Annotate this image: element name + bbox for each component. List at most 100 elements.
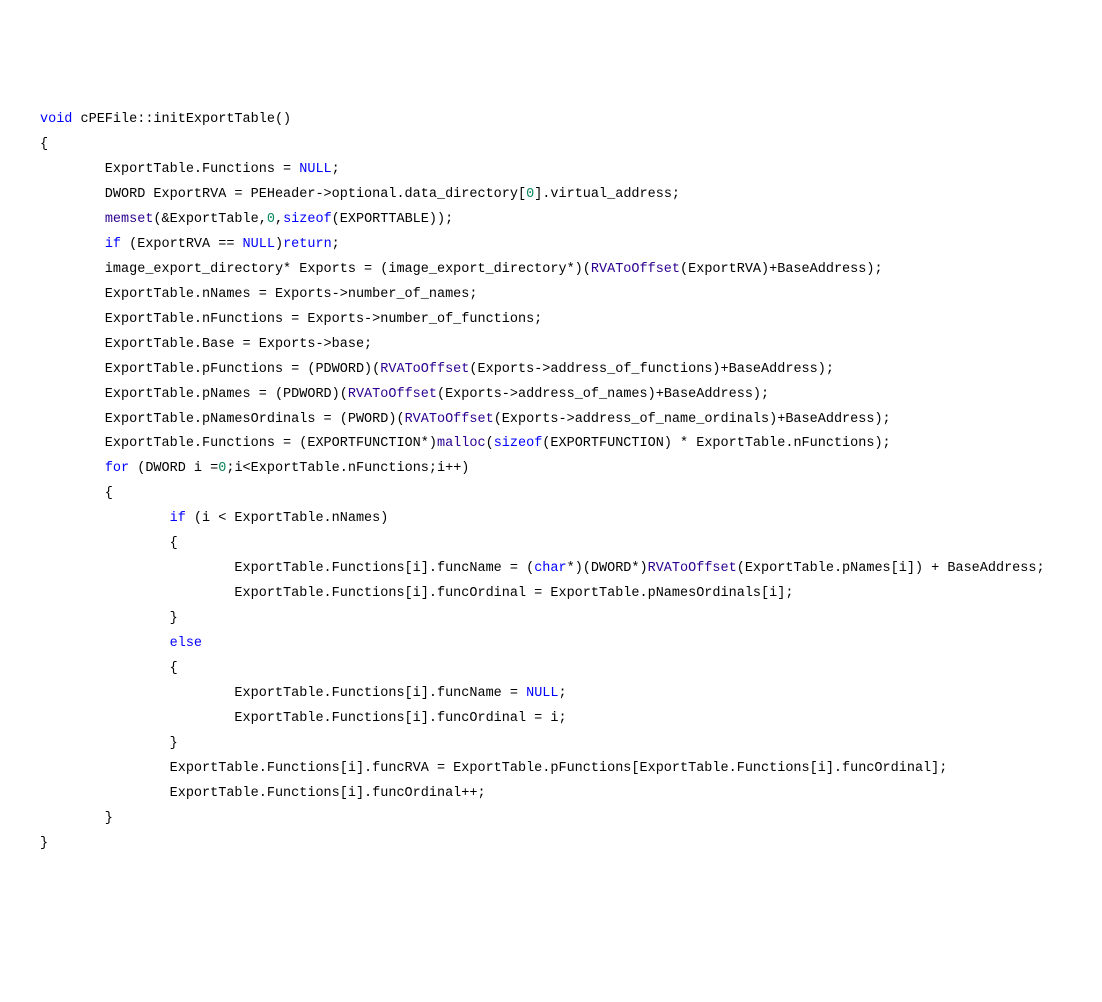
code-token: if [170,511,186,526]
code-token: ExportTable.nFunctions = Exports->number… [40,312,542,327]
code-token: (ExportRVA)+BaseAddress); [680,262,883,277]
code-line: ExportTable.Functions[i].funcRVA = Expor… [40,757,1102,782]
code-line: ExportTable.nFunctions = Exports->number… [40,308,1102,333]
code-token [40,636,170,651]
code-line: ExportTable.pNamesOrdinals = (PWORD)(RVA… [40,408,1102,433]
code-line: void cPEFile::initExportTable() [40,108,1102,133]
code-token: ( [486,436,494,451]
code-token: cPEFile::initExportTable() [72,112,291,127]
code-token: else [170,636,202,651]
code-token: memset [105,212,154,227]
code-token: sizeof [494,436,543,451]
code-token: ;i<ExportTable.nFunctions;i++) [226,461,469,476]
code-line: DWORD ExportRVA = PEHeader->optional.dat… [40,183,1102,208]
code-token: return [283,237,332,252]
code-token: ExportTable.Functions[i].funcName = ( [40,561,534,576]
code-token: ExportTable.Functions[i].funcRVA = Expor… [40,761,947,776]
code-token: ExportTable.Functions = (EXPORTFUNCTION*… [40,436,437,451]
code-line: { [40,133,1102,158]
code-token: image_export_directory* Exports = (image… [40,262,591,277]
code-token [40,212,105,227]
code-token: (ExportTable.pNames[i]) + BaseAddress; [737,561,1045,576]
code-token: { [40,536,178,551]
code-line: ExportTable.pFunctions = (PDWORD)(RVAToO… [40,358,1102,383]
code-block: void cPEFile::initExportTable(){ ExportT… [40,108,1102,857]
code-line: { [40,482,1102,507]
code-token: ExportTable.Functions[i].funcOrdinal++; [40,786,486,801]
code-token: (&ExportTable, [153,212,266,227]
code-token: } [40,811,113,826]
code-token: if [105,237,121,252]
code-token: RVAToOffset [348,387,437,402]
code-line: image_export_directory* Exports = (image… [40,258,1102,283]
code-line: for (DWORD i =0;i<ExportTable.nFunctions… [40,457,1102,482]
code-token: ; [559,686,567,701]
code-token: (EXPORTTABLE)); [332,212,454,227]
code-line: } [40,807,1102,832]
code-token: } [40,736,178,751]
code-token: (Exports->address_of_names)+BaseAddress)… [437,387,769,402]
code-line: } [40,607,1102,632]
code-token: ExportTable.Functions[i].funcOrdinal = i… [40,711,567,726]
code-line: ExportTable.pNames = (PDWORD)(RVAToOffse… [40,383,1102,408]
code-token: (EXPORTFUNCTION) * ExportTable.nFunction… [542,436,890,451]
code-token: DWORD ExportRVA = PEHeader->optional.dat… [40,187,526,202]
code-line: ExportTable.Functions = (EXPORTFUNCTION*… [40,432,1102,457]
code-line: ExportTable.Base = Exports->base; [40,333,1102,358]
code-token: ExportTable.Base = Exports->base; [40,337,372,352]
code-token: (Exports->address_of_name_ordinals)+Base… [494,412,891,427]
code-token: RVAToOffset [648,561,737,576]
code-line: ExportTable.Functions[i].funcName = (cha… [40,557,1102,582]
code-line: ExportTable.Functions[i].funcOrdinal = i… [40,707,1102,732]
code-token: (Exports->address_of_functions)+BaseAddr… [469,362,834,377]
code-token: ExportTable.nNames = Exports->number_of_… [40,287,477,302]
code-line: ExportTable.Functions[i].funcName = NULL… [40,682,1102,707]
code-line: } [40,832,1102,857]
code-token: { [40,486,113,501]
code-token: ; [332,237,340,252]
code-token: 0 [526,187,534,202]
code-token: { [40,137,48,152]
code-token: (ExportRVA == [121,237,243,252]
code-token: ExportTable.pNamesOrdinals = (PWORD)( [40,412,405,427]
code-token: malloc [437,436,486,451]
code-token: NULL [526,686,558,701]
code-token: (DWORD i = [129,461,218,476]
code-token: ; [332,162,340,177]
code-token: ) [275,237,283,252]
code-line: } [40,732,1102,757]
code-token: 0 [267,212,275,227]
code-line: else [40,632,1102,657]
code-line: ExportTable.Functions[i].funcOrdinal = E… [40,582,1102,607]
code-token: RVAToOffset [405,412,494,427]
code-line: { [40,657,1102,682]
code-token: *)(DWORD*) [567,561,648,576]
code-token: RVAToOffset [380,362,469,377]
code-token: ExportTable.Functions[i].funcName = [40,686,526,701]
code-token: (i < ExportTable.nNames) [186,511,389,526]
code-token: void [40,112,72,127]
code-line: if (i < ExportTable.nNames) [40,507,1102,532]
code-line: memset(&ExportTable,0,sizeof(EXPORTTABLE… [40,208,1102,233]
code-token: ExportTable.pFunctions = (PDWORD)( [40,362,380,377]
code-token: ExportTable.Functions[i].funcOrdinal = E… [40,586,793,601]
code-line: ExportTable.Functions[i].funcOrdinal++; [40,782,1102,807]
code-token: sizeof [283,212,332,227]
code-token: , [275,212,283,227]
code-line: if (ExportRVA == NULL)return; [40,233,1102,258]
code-token: NULL [299,162,331,177]
code-token [40,511,170,526]
code-token: } [40,611,178,626]
code-line: { [40,532,1102,557]
code-token: ].virtual_address; [534,187,680,202]
code-token: NULL [243,237,275,252]
code-token: { [40,661,178,676]
code-line: ExportTable.Functions = NULL; [40,158,1102,183]
code-token: ExportTable.Functions = [40,162,299,177]
code-token [40,461,105,476]
code-token: ExportTable.pNames = (PDWORD)( [40,387,348,402]
code-token: char [534,561,566,576]
code-token [40,237,105,252]
code-token: RVAToOffset [591,262,680,277]
code-token: for [105,461,129,476]
